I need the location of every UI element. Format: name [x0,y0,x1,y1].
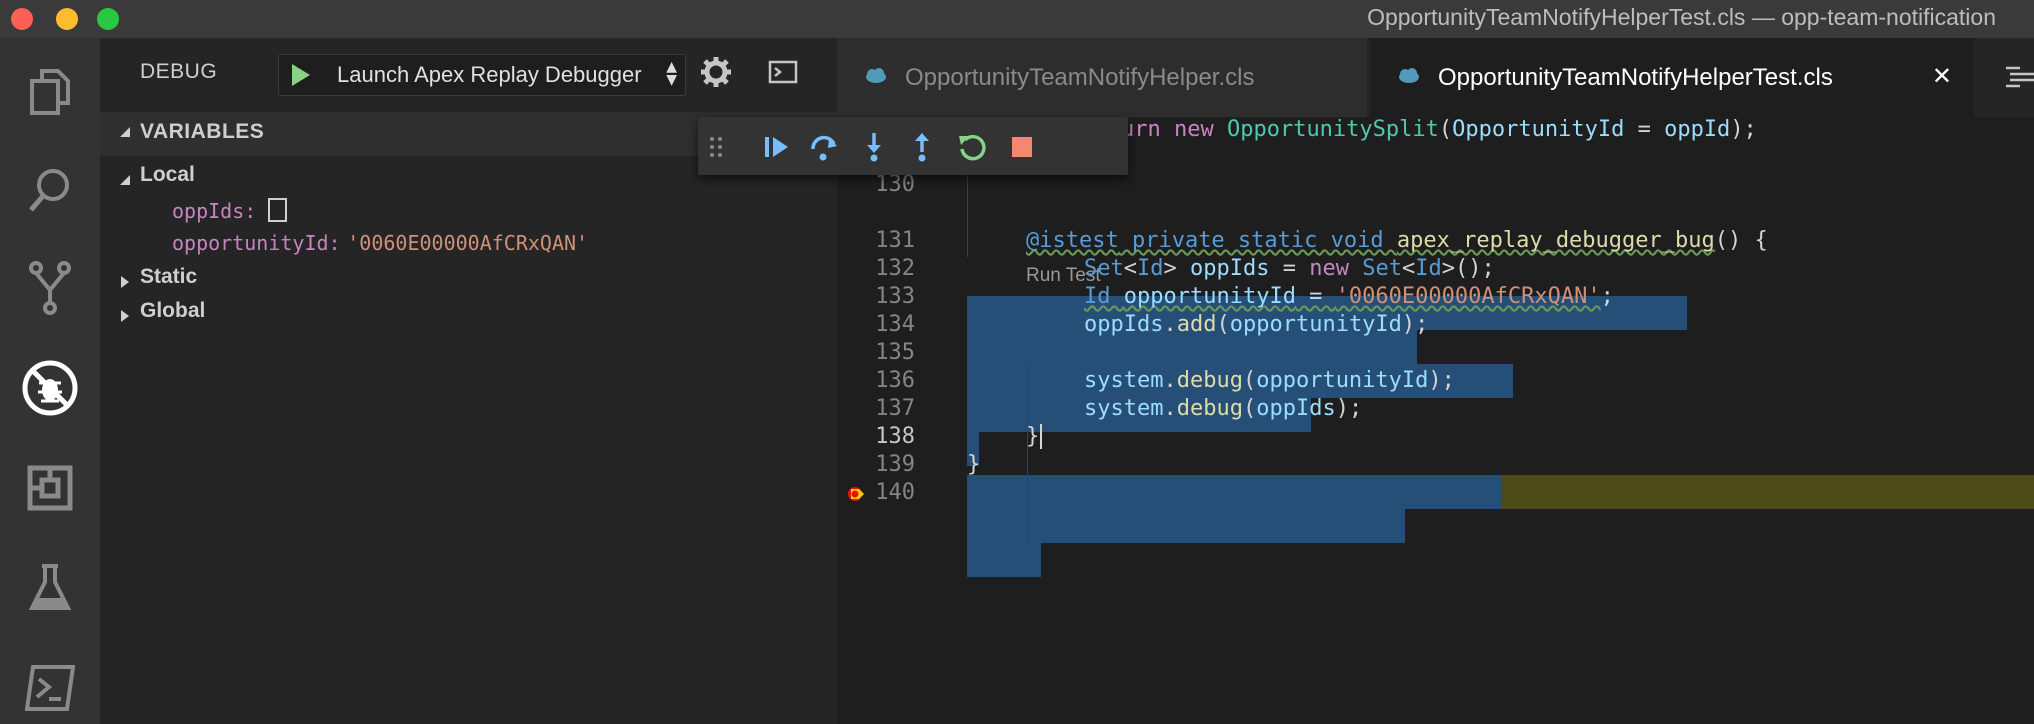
launch-config-name: Launch Apex Replay Debugger [337,62,642,87]
variable-row[interactable]: oppIds: [172,198,288,223]
code-line: system.debug(oppIds); [1084,396,1363,421]
line-number: 133 [875,284,915,309]
step-into-button[interactable] [856,129,892,165]
debug-toolbar [698,117,1128,175]
debug-view-title: DEBUG [140,60,218,83]
line-number: 132 [875,256,915,281]
editor-tab-bar: OpportunityTeamNotifyHelper.cls Opportun… [837,38,2034,117]
variable-name: oppIds: [172,199,257,223]
gear-icon[interactable] [700,56,732,92]
code-line: Id opportunityId = '0060E00000AfCRxQAN'; [1084,284,1614,309]
line-number: 137 [875,396,915,421]
chevron-right-icon [118,270,132,294]
tab-opportunity-team-notify-helper[interactable]: OpportunityTeamNotifyHelper.cls [837,38,1367,117]
variable-value: '0060E00000AfCRxQAN' [347,231,589,255]
line-number: 136 [875,368,915,393]
extensions-icon[interactable] [20,458,80,518]
selection [967,475,1501,509]
scope-label: Global [140,299,206,322]
line-number: 135 [875,340,915,365]
selection [967,509,1405,543]
test-flask-icon[interactable] [20,558,80,618]
drag-handle-icon[interactable] [706,129,726,165]
start-debugging-icon[interactable] [287,62,313,92]
indent-guide [1027,363,1028,543]
debug-console-icon[interactable] [768,60,798,88]
step-out-button[interactable] [904,129,940,165]
chevron-down-icon [118,168,132,192]
text-cursor [1040,424,1043,449]
stop-button[interactable] [1004,129,1040,165]
title-bar: OpportunityTeamNotifyHelperTest.cls — op… [0,0,2034,38]
search-icon[interactable] [20,160,80,220]
code-line: } [967,452,981,477]
window-title: OpportunityTeamNotifyHelperTest.cls — op… [1367,4,1996,30]
code-line: urn new OpportunitySplit(OpportunityId =… [1121,117,1757,142]
step-over-button[interactable] [806,129,842,165]
explorer-icon[interactable] [20,62,80,122]
source-control-icon[interactable] [20,258,80,318]
variables-title: VARIABLES [140,120,265,143]
line-number: 134 [875,312,915,337]
variable-row[interactable]: opportunityId: '0060E00000AfCRxQAN' [172,231,588,255]
tab-label: OpportunityTeamNotifyHelper.cls [905,63,1255,91]
chevron-right-icon [118,304,132,328]
breakpoint-stack-frame-icon[interactable] [847,484,867,508]
code-line: oppIds.add(opportunityId); [1084,312,1429,337]
salesforce-cloud-icon [1398,67,1420,88]
activity-bar [0,38,100,724]
launch-config-select[interactable]: Launch Apex Replay Debugger ▲ ▼ [278,54,686,96]
window-minimize-button[interactable] [56,8,78,30]
window-close-button[interactable] [11,8,33,30]
empty-set-value [268,198,288,222]
chevron-down-icon [118,124,132,143]
line-number: 130 [875,172,915,197]
code-line: Set<Id> oppIds = new Set<Id>(); [1084,256,1495,281]
line-number: 131 [875,228,915,253]
code-line: @istest private static void apex_replay_… [1026,228,1768,253]
variable-name: opportunityId: [172,231,341,255]
debug-icon[interactable] [20,358,80,418]
line-number: 139 [875,452,915,477]
tab-label: OpportunityTeamNotifyHelperTest.cls [1438,63,1833,91]
continue-button[interactable] [758,129,794,165]
restart-button[interactable] [954,129,990,165]
code-line-paused: system.debug(opportunityId); [1084,368,1455,393]
terminal-icon[interactable] [20,658,80,718]
tab-opportunity-team-notify-helper-test[interactable]: OpportunityTeamNotifyHelperTest.cls ✕ [1370,38,1974,117]
line-number-active: 138 [875,424,915,449]
code-line: } [1026,424,1043,449]
close-icon[interactable]: ✕ [1932,62,1952,90]
scope-label: Local [140,163,195,186]
code-editor[interactable]: urn new OpportunitySplit(OpportunityId =… [837,117,2034,724]
selection [967,543,1041,577]
window-maximize-button[interactable] [97,8,119,30]
scope-label: Static [140,265,198,288]
salesforce-cloud-icon [865,67,887,88]
outline-list-icon[interactable] [1994,64,2034,92]
select-arrows-icon: ▲ ▼ [666,59,677,88]
